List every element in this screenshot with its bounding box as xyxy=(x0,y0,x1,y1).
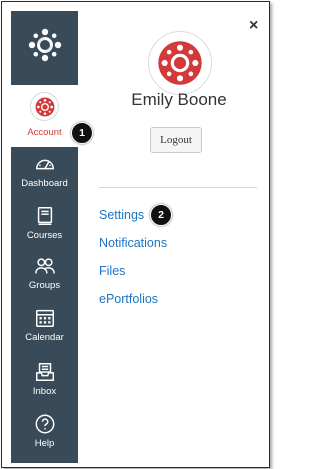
groups-icon xyxy=(34,258,55,274)
user-name: Emily Boone xyxy=(131,90,227,109)
nav-item-label: Calendar xyxy=(25,332,64,343)
nav-item-courses[interactable]: Courses xyxy=(11,199,78,251)
nav-item-dashboard[interactable]: Dashboard xyxy=(11,147,78,199)
nav-item-label: Groups xyxy=(28,280,61,291)
nav-item-label: Inbox xyxy=(32,386,57,397)
callout-badge-1: 1 xyxy=(71,122,93,144)
nav-item-inbox[interactable]: Inbox xyxy=(11,355,78,407)
callout-badge-2: 2 xyxy=(150,204,172,226)
screenshot-frame: Account Dashboard Courses Groups Calenda… xyxy=(1,1,270,468)
nav-item-calendar[interactable]: Calendar xyxy=(11,301,78,353)
courses-icon xyxy=(37,207,52,225)
nav-item-account[interactable]: Account xyxy=(11,85,78,147)
close-icon[interactable]: × xyxy=(249,17,258,35)
files-link[interactable]: Files xyxy=(99,264,167,292)
nav-item-label: Courses xyxy=(26,230,63,241)
help-icon xyxy=(35,414,54,434)
nav-item-help[interactable]: Help xyxy=(11,407,78,459)
nav-item-account-label: Account xyxy=(27,127,62,138)
canvas-logo-red-icon xyxy=(35,97,54,116)
notifications-link[interactable]: Notifications xyxy=(99,236,167,264)
account-avatar xyxy=(30,92,59,121)
dashboard-icon xyxy=(35,159,54,170)
canvas-logo-icon xyxy=(28,28,61,62)
canvas-logo[interactable] xyxy=(11,11,78,79)
nav-item-label: Dashboard xyxy=(21,178,68,189)
tray-divider xyxy=(99,187,257,188)
calendar-icon xyxy=(35,309,54,327)
nav-item-label: Help xyxy=(34,438,55,449)
canvas-logo-red-icon xyxy=(158,41,202,85)
global-navigation: Account Dashboard Courses Groups Calenda… xyxy=(11,11,78,463)
eportfolios-link[interactable]: ePortfolios xyxy=(99,292,167,320)
logout-button[interactable]: Logout xyxy=(150,127,202,153)
user-avatar xyxy=(148,31,212,95)
inbox-icon xyxy=(35,363,54,381)
nav-item-groups[interactable]: Groups xyxy=(11,249,78,301)
